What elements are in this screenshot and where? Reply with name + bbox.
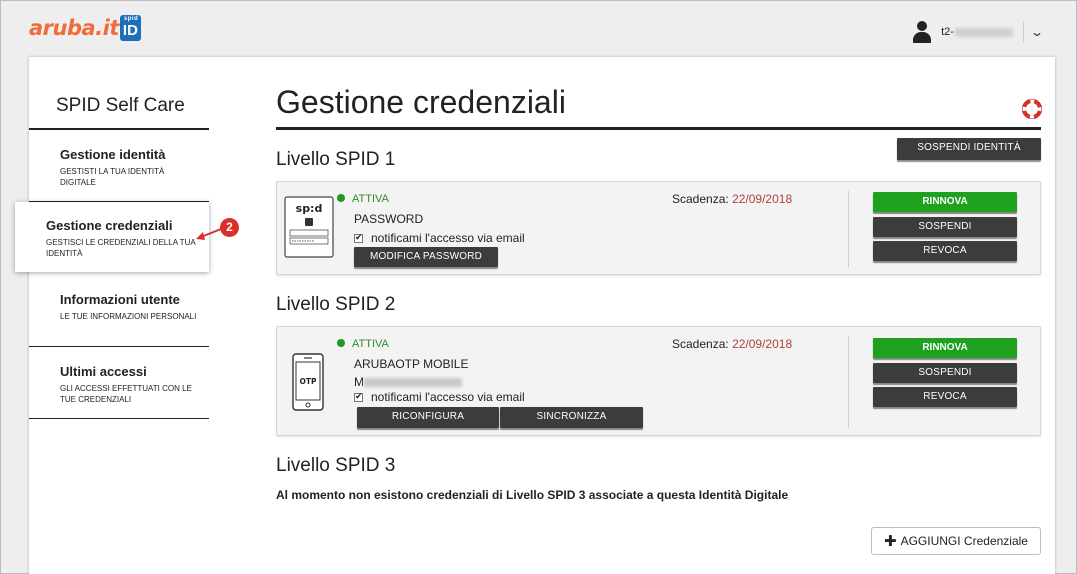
spid-login-card-icon: sp:d	[284, 196, 334, 258]
sidebar-item-title: Informazioni utente	[60, 292, 180, 307]
level-1-vertical-divider	[848, 191, 849, 267]
level-1-title: Livello SPID 1	[276, 149, 396, 170]
sidebar-item-title: Gestione credenziali	[46, 218, 173, 233]
level-2-renew-button[interactable]: RINNOVA	[873, 338, 1017, 358]
level-2-expiry-date: 22/09/2018	[732, 337, 793, 351]
sidebar-item-ultimi-accessi[interactable]: Ultimi accessi GLI ACCESSI EFFETTUATI CO…	[29, 347, 209, 419]
level-1-revoke-button[interactable]: REVOCA	[873, 241, 1017, 261]
annotation-arrow-icon	[196, 228, 222, 240]
add-credential-button[interactable]: ✚ AGGIUNGI Credenziale	[871, 527, 1041, 555]
sidebar-item-subtitle: GESTISTI LA TUA IDENTITÀ DIGITALE	[60, 167, 165, 187]
otp-text: OTP	[300, 377, 317, 386]
main-card: SPID Self Care Gestione identità GESTIST…	[15, 57, 1055, 574]
add-credential-label: AGGIUNGI Credenziale	[900, 534, 1028, 548]
level-1-notify-checkbox[interactable]	[354, 232, 363, 243]
level-3-empty-message: Al momento non esistono credenziali di L…	[276, 488, 789, 502]
plus-icon: ✚	[884, 533, 897, 550]
spid-card-text: sp:d	[296, 202, 323, 215]
title-divider	[276, 127, 1041, 130]
status-dot-icon	[337, 194, 345, 202]
sidebar-item-subtitle: LE TUE INFORMAZIONI PERSONALI	[60, 312, 197, 321]
level-2-title: Livello SPID 2	[276, 294, 396, 315]
level-2-status: ATTIVA	[337, 338, 389, 350]
masked-number-redacted	[364, 378, 462, 388]
level-2-revoke-button[interactable]: REVOCA	[873, 387, 1017, 407]
level-2-notify-checkbox[interactable]	[354, 391, 363, 402]
sincronizza-button[interactable]: SINCRONIZZA	[500, 407, 643, 428]
level-2-credential-name: ARUBAOTP MOBILE	[354, 357, 469, 371]
level-2-suspend-button[interactable]: SOSPENDI	[873, 363, 1017, 383]
logo-text: aruba.it	[29, 16, 119, 40]
logo-id-text: ID	[122, 22, 138, 39]
lifebuoy-icon[interactable]	[1022, 99, 1042, 119]
logo-spid-text: spid	[123, 16, 139, 22]
level-1-suspend-button[interactable]: SOSPENDI	[873, 217, 1017, 237]
level-1-expiry: Scadenza: 22/09/2018	[672, 192, 793, 206]
level-1-credential-panel: sp:d ATTIVA PASSWORD notificami l'access…	[276, 181, 1041, 275]
level-2-credential-panel: OTP ATTIVA ARUBAOTP MOBILE M notificami …	[276, 326, 1041, 436]
level-1-notify-row: notificami l'accesso via email	[354, 231, 525, 245]
sidebar-item-subtitle: GLI ACCESSI EFFETTUATI CON LE TUE CREDEN…	[60, 384, 192, 404]
level-2-notify-label: notificami l'accesso via email	[371, 390, 525, 404]
user-menu-divider	[1022, 21, 1024, 43]
user-name: t2-	[941, 26, 1013, 38]
level-1-renew-button[interactable]: RINNOVA	[873, 192, 1017, 212]
logo-spid-id-badge: spid ID	[119, 15, 141, 41]
page-title: Gestione credenziali	[276, 84, 566, 120]
sidebar-item-gestione-identita[interactable]: Gestione identità GESTISTI LA TUA IDENTI…	[29, 130, 209, 202]
chevron-down-icon[interactable]: ⌄	[1030, 25, 1044, 39]
level-2-notify-row: notificami l'accesso via email	[354, 390, 525, 404]
modifica-password-button[interactable]: MODIFICA PASSWORD	[354, 247, 498, 267]
sidebar-item-gestione-credenziali[interactable]: Gestione credenziali GESTISCI LE CREDENZ…	[15, 202, 209, 272]
annotation-badge: 2	[220, 218, 239, 237]
sidebar-item-title: Gestione identità	[60, 147, 166, 162]
top-bar: aruba.it spid ID t2- ⌄	[1, 1, 1076, 57]
level-1-status: ATTIVA	[337, 193, 389, 205]
sidebar-item-title: Ultimi accessi	[60, 364, 147, 379]
level-2-expiry: Scadenza: 22/09/2018	[672, 337, 793, 351]
sidebar-title: SPID Self Care	[56, 95, 185, 116]
level-3-title: Livello SPID 3	[276, 455, 396, 476]
level-1-notify-label: notificami l'accesso via email	[371, 231, 525, 245]
sidebar-item-subtitle: GESTISCI LE CREDENZIALI DELLA TUA IDENTI…	[46, 238, 196, 258]
user-icon	[913, 21, 932, 43]
riconfigura-button[interactable]: RICONFIGURA	[357, 407, 499, 428]
level-2-vertical-divider	[848, 336, 849, 428]
otp-phone-icon: OTP	[292, 353, 324, 411]
level-2-masked-number: M	[354, 375, 462, 389]
user-menu[interactable]: t2- ⌄	[913, 21, 1044, 43]
level-1-credential-name: PASSWORD	[354, 212, 424, 226]
sidebar-item-informazioni-utente[interactable]: Informazioni utente LE TUE INFORMAZIONI …	[29, 272, 209, 347]
suspend-identity-button[interactable]: SOSPENDI IDENTITÀ	[897, 138, 1041, 160]
status-dot-icon	[337, 339, 345, 347]
user-name-redacted	[954, 27, 1013, 37]
level-1-expiry-date: 22/09/2018	[732, 192, 793, 206]
aruba-logo[interactable]: aruba.it spid ID	[29, 15, 141, 41]
